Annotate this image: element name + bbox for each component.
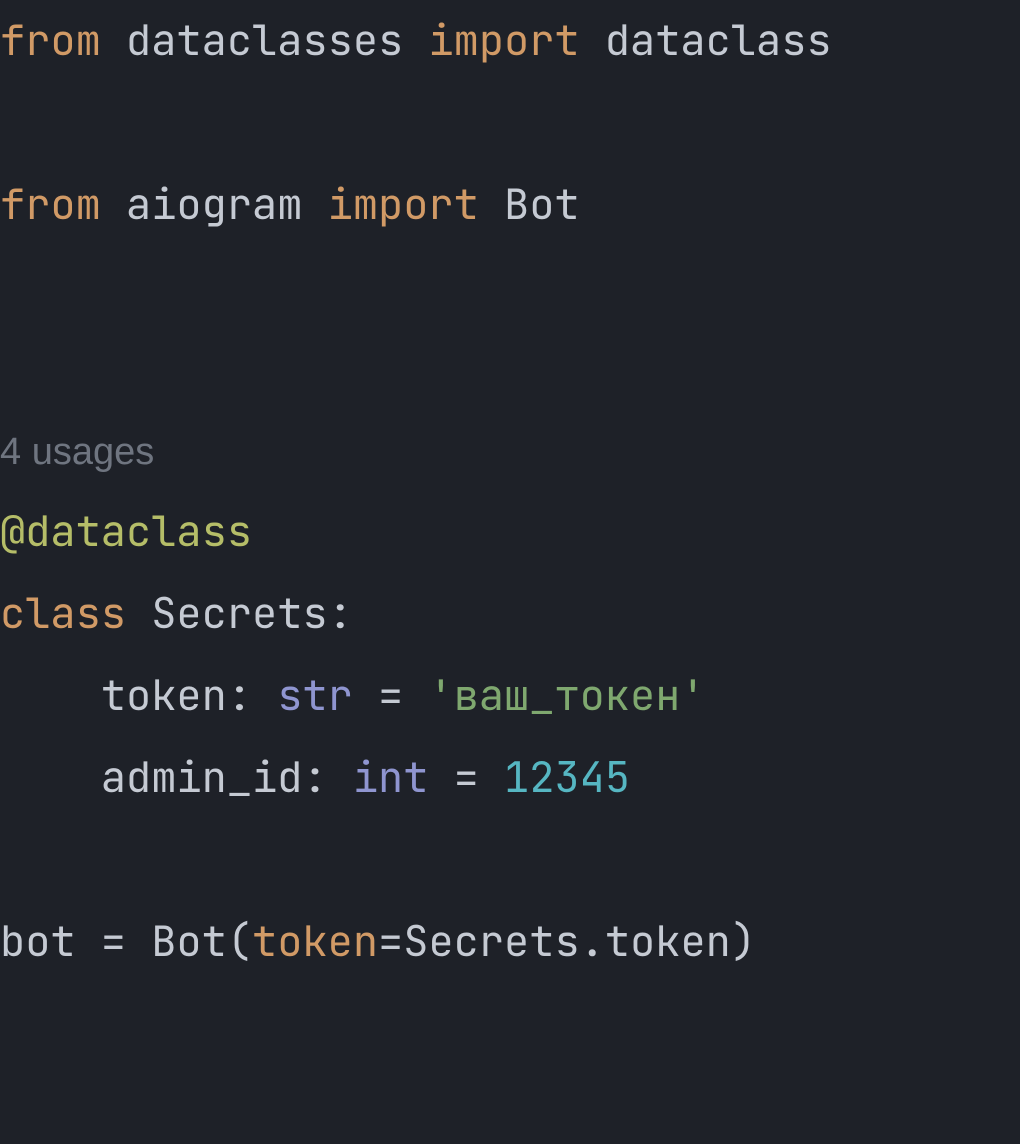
type-annotation: str [277,667,353,723]
code-line-1: from dataclasses import dataclass [0,12,832,68]
call-name: Bot [151,913,227,969]
class-name: Secrets [151,585,327,641]
import-name: dataclass [605,12,832,68]
code-editor[interactable]: from dataclasses import dataclass from a… [0,0,1020,983]
keyword-from: from [0,12,101,68]
module-name: dataclasses [126,12,403,68]
code-line-class: class Secrets: [0,585,353,641]
argument-value: Secrets.token [403,913,731,969]
usages-hint[interactable]: 4 usages [0,431,154,473]
field-name: admin_id [101,749,303,805]
code-line-bot: bot = Bot(token=Secrets.token) [0,913,756,969]
colon: : [328,585,353,641]
variable-name: bot [0,913,76,969]
string-literal: 'ваш_токен' [428,667,705,723]
number-literal: 12345 [504,749,630,805]
code-line-3: from aiogram import Bot [0,176,580,232]
keyword-argument: token [252,913,378,969]
decorator: @dataclass [0,503,252,559]
import-name: Bot [504,176,580,232]
keyword-class: class [0,585,126,641]
code-line-field-token: token: str = 'ваш_токен' [0,667,706,723]
field-name: token [101,667,227,723]
keyword-import: import [328,176,479,232]
keyword-import: import [428,12,579,68]
module-name: aiogram [126,176,302,232]
code-line-field-admin: admin_id: int = 12345 [0,749,630,805]
type-annotation: int [353,749,429,805]
keyword-from: from [0,176,101,232]
